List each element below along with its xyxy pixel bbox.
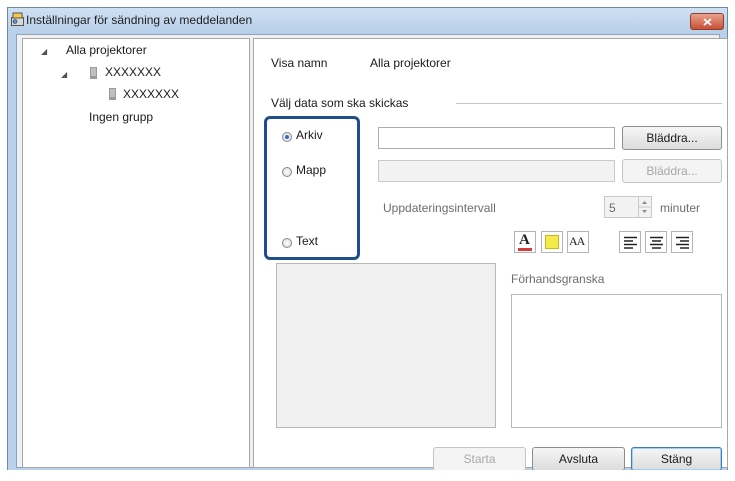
stepper-arrows-icon[interactable]: [638, 197, 651, 217]
update-interval-unit: minuter: [660, 201, 701, 215]
projector-group-icon: [90, 67, 97, 79]
projector-settings-icon: [11, 12, 24, 26]
align-left-button[interactable]: [619, 231, 641, 253]
font-color-swatch: [518, 248, 532, 251]
mapp-path-input[interactable]: [378, 160, 615, 182]
tree-item-all-projectors[interactable]: Alla projektorer: [66, 43, 147, 57]
close-window-button[interactable]: [690, 13, 724, 30]
arkiv-browse-button[interactable]: Bläddra...: [622, 126, 722, 150]
tree-item-group[interactable]: XXXXXXX: [105, 65, 161, 79]
group-tree[interactable]: [22, 38, 250, 468]
window-title: Inställningar för sändning av meddelande…: [26, 13, 253, 27]
arkiv-path-input[interactable]: [378, 127, 615, 149]
mapp-browse-button[interactable]: Bläddra...: [622, 159, 722, 183]
legend-divider: [456, 103, 722, 104]
projector-icon: [109, 88, 116, 100]
font-size-icon: AA: [569, 234, 585, 248]
exit-button[interactable]: Avsluta: [532, 447, 625, 471]
align-left-icon: [624, 236, 637, 249]
font-color-button[interactable]: A: [514, 231, 536, 253]
display-name-value: Alla projektorer: [370, 56, 451, 70]
align-right-button[interactable]: [671, 231, 693, 253]
font-color-icon: A: [519, 232, 530, 248]
align-center-button[interactable]: [645, 231, 667, 253]
update-interval-label: Uppdateringsintervall: [383, 201, 496, 215]
start-button[interactable]: Starta: [433, 447, 526, 471]
text-input-area[interactable]: [276, 263, 496, 428]
bottom-margin: [7, 470, 735, 481]
align-center-icon: [650, 236, 663, 249]
expand-arrow-icon[interactable]: ◢: [41, 47, 47, 56]
tree-item-projector[interactable]: XXXXXXX: [123, 87, 179, 101]
close-icon: [703, 18, 712, 26]
font-size-button[interactable]: AA: [567, 231, 589, 253]
close-button[interactable]: Stäng: [631, 447, 722, 471]
tree-item-no-group[interactable]: Ingen grupp: [89, 110, 153, 124]
data-select-legend: Välj data som ska skickas: [271, 96, 409, 110]
align-right-icon: [676, 236, 689, 249]
preview-box: [511, 294, 722, 428]
preview-label: Förhandsgranska: [511, 272, 605, 286]
expand-arrow-icon[interactable]: ◢: [61, 70, 67, 79]
selection-highlight-frame: [264, 116, 360, 260]
background-color-icon: [545, 235, 559, 249]
background-color-button[interactable]: [541, 231, 563, 253]
update-interval-value: 5: [609, 201, 616, 215]
display-name-label: Visa namn: [271, 56, 328, 70]
